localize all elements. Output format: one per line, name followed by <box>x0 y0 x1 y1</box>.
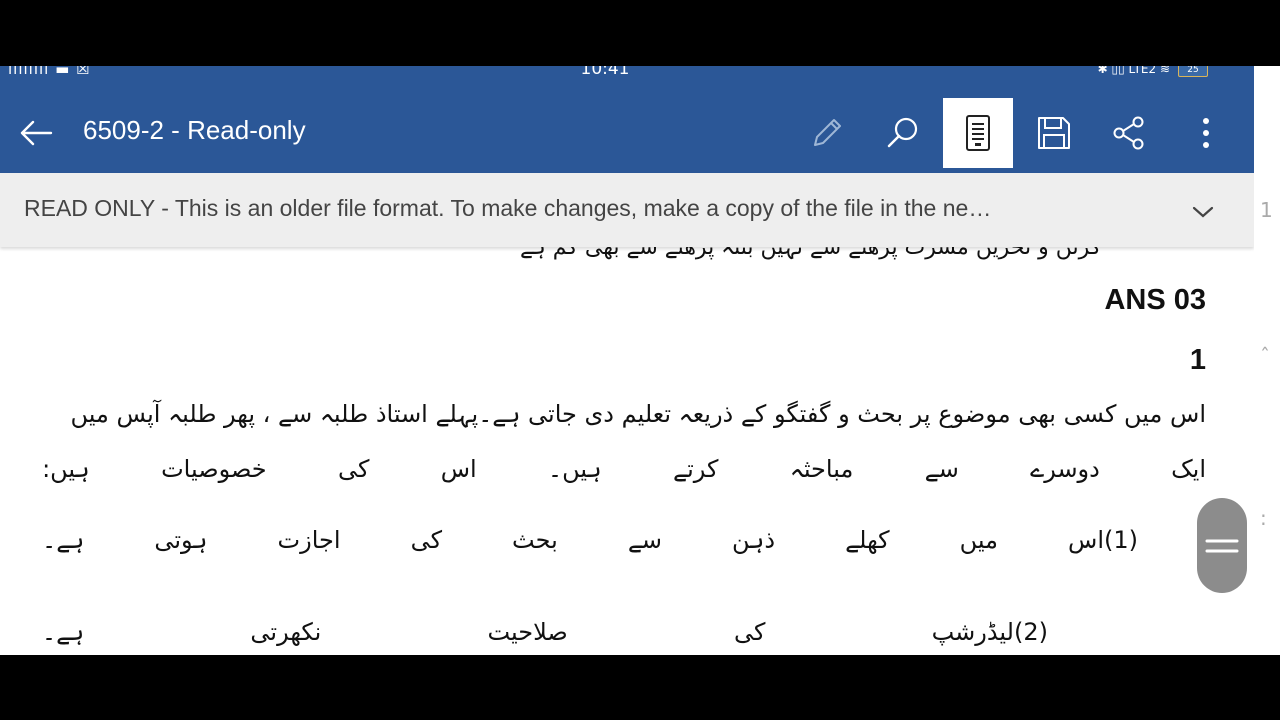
answer-heading: ANS 03 <box>1104 284 1206 316</box>
word: بحث <box>512 526 558 554</box>
network-indicators: ✱ ▯▯ LTE2 ≋ <box>1097 66 1170 76</box>
pencil-icon <box>814 119 841 146</box>
share-icon <box>1113 116 1144 150</box>
back-button[interactable] <box>18 116 54 150</box>
battery-icon: 25 <box>1178 66 1208 77</box>
sub-number: 1 <box>1189 344 1206 376</box>
word: ایک <box>1171 455 1206 483</box>
word: ہے۔ <box>42 526 85 554</box>
word: (2)لیڈرشپ <box>931 618 1048 646</box>
word: (1)اس <box>1068 526 1138 554</box>
edit-button[interactable] <box>792 98 862 168</box>
banner-expand-button[interactable] <box>1188 197 1218 227</box>
word: صلاحیت <box>487 618 568 646</box>
word: دوسرے <box>1030 455 1100 483</box>
word: مباحثہ <box>789 455 854 483</box>
list-item-1: (1)اس میں کھلے ذہن سے بحث کی اجازت ہوتی … <box>42 526 1138 554</box>
list-item-2: (2)لیڈرشپ کی صلاحیت نکھرتی ہے۔ <box>42 618 1048 646</box>
app-screen: ıılıılll ▬ ☒ 10:41 ✱ ▯▯ LTE2 ≋ 25 6509-2… <box>0 66 1254 655</box>
edge-glyph: : <box>1260 506 1267 530</box>
scroll-thumb[interactable] <box>1197 498 1247 593</box>
read-only-banner: READ ONLY - This is an older file format… <box>0 173 1254 247</box>
word: کھلے <box>845 526 890 554</box>
status-bar: ıılıılll ▬ ☒ 10:41 ✱ ▯▯ LTE2 ≋ 25 <box>0 66 1254 80</box>
word: اس <box>440 455 477 483</box>
word: سے <box>627 526 662 554</box>
save-button[interactable] <box>1019 98 1089 168</box>
word: ذہن <box>732 526 776 554</box>
more-options-button[interactable] <box>1171 98 1241 168</box>
adjacent-page-edge: 1 ˆ : <box>1254 66 1280 655</box>
word: کی <box>733 618 766 646</box>
word: نکھرتی <box>250 618 322 646</box>
partial-text-line: کرنں و تحریں مسرت پرھنے سے نہیں بنتہ پرھ… <box>520 247 1102 260</box>
word: ہیں۔ <box>548 455 602 483</box>
paragraph-line-2: ایک دوسرے سے مباحثہ کرتے ہیں۔ اس کی خصوص… <box>42 455 1206 483</box>
back-arrow-icon <box>20 120 53 146</box>
edge-glyph: ˆ <box>1260 344 1270 368</box>
word: خصوصیات <box>161 455 267 483</box>
word: کی <box>337 455 370 483</box>
share-button[interactable] <box>1094 98 1164 168</box>
chevron-down-icon <box>1192 206 1214 218</box>
word: میں <box>959 526 998 554</box>
more-icon <box>1203 118 1209 148</box>
edge-glyph: 1 <box>1260 198 1273 222</box>
search-button[interactable] <box>868 98 938 168</box>
search-icon <box>887 117 918 148</box>
banner-message: READ ONLY - This is an older file format… <box>24 195 992 221</box>
document-title: 6509-2 - Read-only <box>83 115 306 145</box>
mobile-view-icon <box>966 115 990 151</box>
document-body: کرنں و تحریں مسرت پرھنے سے نہیں بنتہ پرھ… <box>0 247 1254 655</box>
word: ہے۔ <box>42 618 85 646</box>
word: کرتے <box>673 455 719 483</box>
save-icon <box>1038 117 1070 149</box>
paragraph-line-1: اس میں کسی بھی موضوع پر بحث و گفتگو کے ذ… <box>70 400 1207 428</box>
word: ہوتی <box>154 526 208 554</box>
status-time: 10:41 <box>580 66 630 79</box>
mobile-view-button[interactable] <box>943 98 1013 168</box>
app-bar: ıılıılll ▬ ☒ 10:41 ✱ ▯▯ LTE2 ≋ 25 6509-2… <box>0 66 1254 173</box>
word: کی <box>410 526 442 554</box>
word: سے <box>924 455 959 483</box>
drag-handle-icon <box>1205 539 1239 552</box>
word: اجازت <box>277 526 341 554</box>
word: ہیں: <box>42 455 90 483</box>
